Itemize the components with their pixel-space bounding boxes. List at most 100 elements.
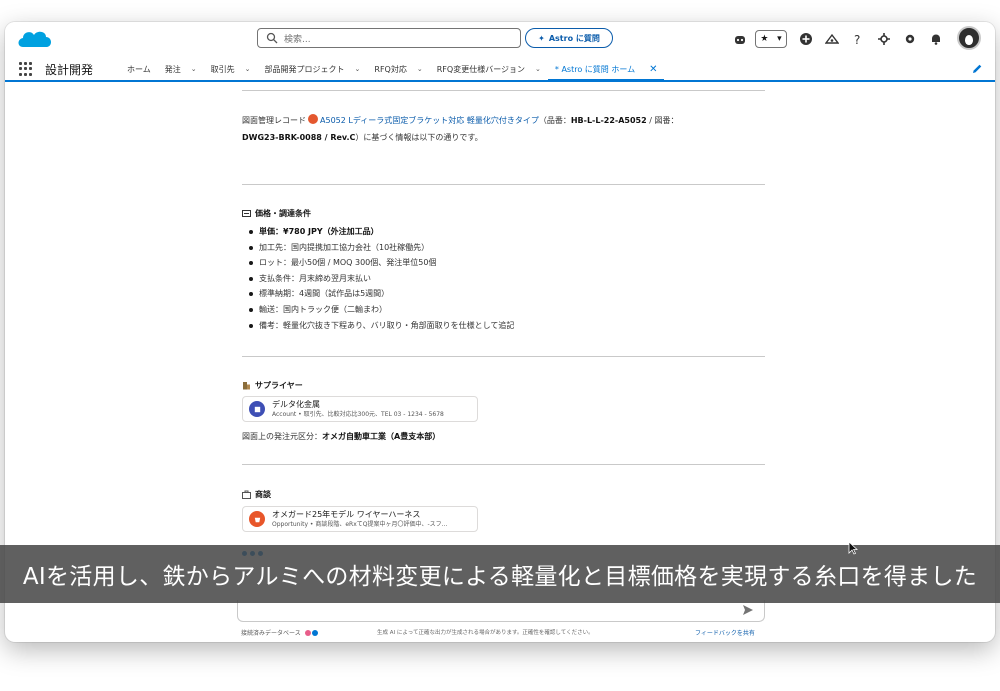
app-name: 設計開発 xyxy=(45,63,94,77)
issuer-label: 図面上の発注元区分： xyxy=(242,432,322,441)
app-launcher-icon[interactable] xyxy=(19,62,33,76)
list-item: 単価：¥780 JPY（外注加工品） xyxy=(249,224,749,240)
item-label: 単価： xyxy=(259,227,283,236)
drawing-record-link[interactable]: A5052 Lディーラ式固定ブラケット対応 軽量化穴付きタイプ xyxy=(320,116,539,125)
card-title: デルタ化金属 xyxy=(272,399,320,409)
drawing-label: / 図番： xyxy=(646,116,679,125)
search-placeholder: 検索... xyxy=(284,34,311,45)
user-avatar[interactable] xyxy=(957,26,981,50)
section-title-text: 商談 xyxy=(255,490,271,499)
divider xyxy=(242,464,765,465)
tab-part-projects[interactable]: 部品開発プロジェクト ⌄ xyxy=(258,56,368,82)
intro-suffix: ）に基づく情報は以下の通りです。 xyxy=(355,133,483,142)
send-icon[interactable] xyxy=(742,604,754,616)
card-subtitle: Account • 取引先、比較対応比300元、TEL 03 - 1234 - … xyxy=(272,410,444,418)
connected-db-label: 接続済みデータベース xyxy=(241,630,301,637)
ai-disclaimer: 生成 AI によって正確な出力が生成される場合があります。正確性を確認してくださ… xyxy=(377,630,594,636)
price-tag-icon xyxy=(242,210,251,217)
db-icon xyxy=(304,629,311,636)
divider xyxy=(242,356,765,357)
trailhead-icon[interactable] xyxy=(821,28,843,50)
item-value: 備考：軽量化穴抜き下程あり、バリ取り・角部面取りを仕様として追記 xyxy=(259,320,515,330)
tab-accounts[interactable]: 取引先 ⌄ xyxy=(204,56,258,82)
tab-home[interactable]: ホーム xyxy=(120,56,158,82)
section-title-text: 価格・調達条件 xyxy=(255,209,311,218)
building-icon xyxy=(243,382,250,390)
chevron-down-icon[interactable]: ⌄ xyxy=(245,65,251,73)
close-icon[interactable]: ✕ xyxy=(649,64,657,75)
briefcase-icon xyxy=(242,490,251,499)
tab-astro-home[interactable]: * Astro に質問 ホーム ✕ xyxy=(547,56,665,82)
tab-label: ホーム xyxy=(127,64,151,74)
issuer-value: オメガ自動車工業（A豊支本部） xyxy=(322,432,441,441)
connected-db-link[interactable]: 接続済みデータベース xyxy=(241,628,318,637)
ask-astro-button[interactable]: ✦ Astro に質問 xyxy=(525,28,613,48)
gear-icon[interactable] xyxy=(899,28,921,50)
section-title-text: サプライヤー xyxy=(255,381,303,390)
list-item: 加工先：国内提携加工協力会社（10社稼働先） xyxy=(249,240,749,256)
chevron-down-icon[interactable]: ⌄ xyxy=(535,65,541,73)
mouse-cursor-icon xyxy=(848,541,858,555)
salesforce-logo[interactable] xyxy=(15,27,55,53)
feedback-link[interactable]: フィードバックを共有 xyxy=(695,628,755,637)
price-section-title: 価格・調達条件 xyxy=(242,208,311,219)
issuer-line: 図面上の発注元区分：オメガ自動車工業（A豊支本部） xyxy=(242,431,440,442)
item-value: 加工先：国内提携加工協力会社（10社稼働先） xyxy=(259,242,430,252)
add-icon[interactable] xyxy=(795,28,817,50)
opportunity-card[interactable]: オメガード25年モデル ワイヤーハーネス Opportunity • 商談段階、… xyxy=(242,506,478,532)
card-subtitle: Opportunity • 商談段階、eRxてQ提案中ヶ月〇評価中、-スフ... xyxy=(272,520,448,528)
part-number: HB-L-L-22-A5052 xyxy=(570,116,647,125)
chevron-down-icon[interactable]: ⌄ xyxy=(417,65,423,73)
item-value: 標準納期：4週間（試作品は5週間） xyxy=(259,289,390,299)
svg-text:?: ? xyxy=(854,33,860,46)
divider xyxy=(242,184,765,185)
divider xyxy=(242,90,765,91)
tab-rfq-versions[interactable]: RFQ変更仕様バージョン ⌄ xyxy=(430,56,548,82)
supplier-account-card[interactable]: デルタ化金属 Account • 取引先、比較対応比300元、TEL 03 - … xyxy=(242,396,478,422)
list-item: 輸送：国内トラック便（二輸まわ） xyxy=(249,302,749,318)
tab-label: RFQ変更仕様バージョン xyxy=(436,64,526,74)
record-icon xyxy=(308,114,318,124)
ask-astro-label: Astro に質問 xyxy=(548,33,600,43)
opportunity-section-title: 商談 xyxy=(242,489,271,500)
star-icon[interactable]: ★ xyxy=(760,34,768,44)
search-icon xyxy=(266,32,278,44)
item-value: ロット：最小50個 / MOQ 300個、発注単位50個 xyxy=(259,258,437,268)
tab-label: * Astro に質問 ホーム xyxy=(554,64,636,74)
chevron-down-icon[interactable]: ⌄ xyxy=(355,65,361,73)
part-label: （品番： xyxy=(538,116,571,125)
tab-label: 取引先 xyxy=(210,64,235,74)
tab-orders[interactable]: 発注 ⌄ xyxy=(158,56,204,82)
list-item: 標準納期：4週間（試作品は5週間） xyxy=(249,286,749,302)
favorites-group[interactable]: ★ ▾ xyxy=(755,30,787,48)
global-header: 検索... ✦ Astro に質問 ★ ▾ ? xyxy=(5,22,995,56)
help-icon[interactable]: ? xyxy=(847,28,869,50)
account-icon xyxy=(249,401,265,417)
intro-paragraph: 図面管理レコード A5052 Lディーラ式固定ブラケット対応 軽量化穴付きタイプ（… xyxy=(242,112,752,146)
global-search-input[interactable]: 検索... xyxy=(257,28,521,48)
db-icon xyxy=(311,629,318,636)
item-value: 支払条件：月末締め翌月末払い xyxy=(259,273,371,283)
list-item: ロット：最小50個 / MOQ 300個、発注単位50個 xyxy=(249,255,749,271)
chevron-down-icon[interactable]: ⌄ xyxy=(191,65,197,73)
setup-icon[interactable] xyxy=(873,28,895,50)
intro-prefix: 図面管理レコード xyxy=(242,116,306,125)
supplier-section-title: サプライヤー xyxy=(242,380,303,391)
price-conditions-list: 単価：¥780 JPY（外注加工品） 加工先：国内提携加工協力会社（10社稼働先… xyxy=(249,224,749,333)
item-value: ¥780 JPY（外注加工品） xyxy=(283,227,379,236)
item-value: 輸送：国内トラック便（二輸まわ） xyxy=(259,304,387,314)
chat-input[interactable] xyxy=(237,600,765,622)
edit-icon[interactable] xyxy=(971,63,983,75)
nav-tabs: ホーム 発注 ⌄ 取引先 ⌄ 部品開発プロジェクト ⌄ RFQ対応 ⌄ RFQ変… xyxy=(120,56,665,82)
card-title: オメガード25年モデル ワイヤーハーネス xyxy=(272,509,421,519)
tab-label: 部品開発プロジェクト xyxy=(264,64,345,74)
app-navigation: 設計開発 ホーム 発注 ⌄ 取引先 ⌄ 部品開発プロジェクト ⌄ RFQ対応 ⌄ xyxy=(5,56,995,82)
tab-rfq[interactable]: RFQ対応 ⌄ xyxy=(367,56,429,82)
chevron-down-icon[interactable]: ▾ xyxy=(777,34,782,44)
utility-icons: ★ ▾ ? xyxy=(725,27,947,51)
opportunity-icon xyxy=(249,511,265,527)
agentforce-icon[interactable] xyxy=(729,28,751,50)
tab-label: RFQ対応 xyxy=(374,64,407,74)
bell-icon[interactable] xyxy=(925,28,947,50)
list-item: 備考：軽量化穴抜き下程あり、バリ取り・角部面取りを仕様として追記 xyxy=(249,318,749,334)
